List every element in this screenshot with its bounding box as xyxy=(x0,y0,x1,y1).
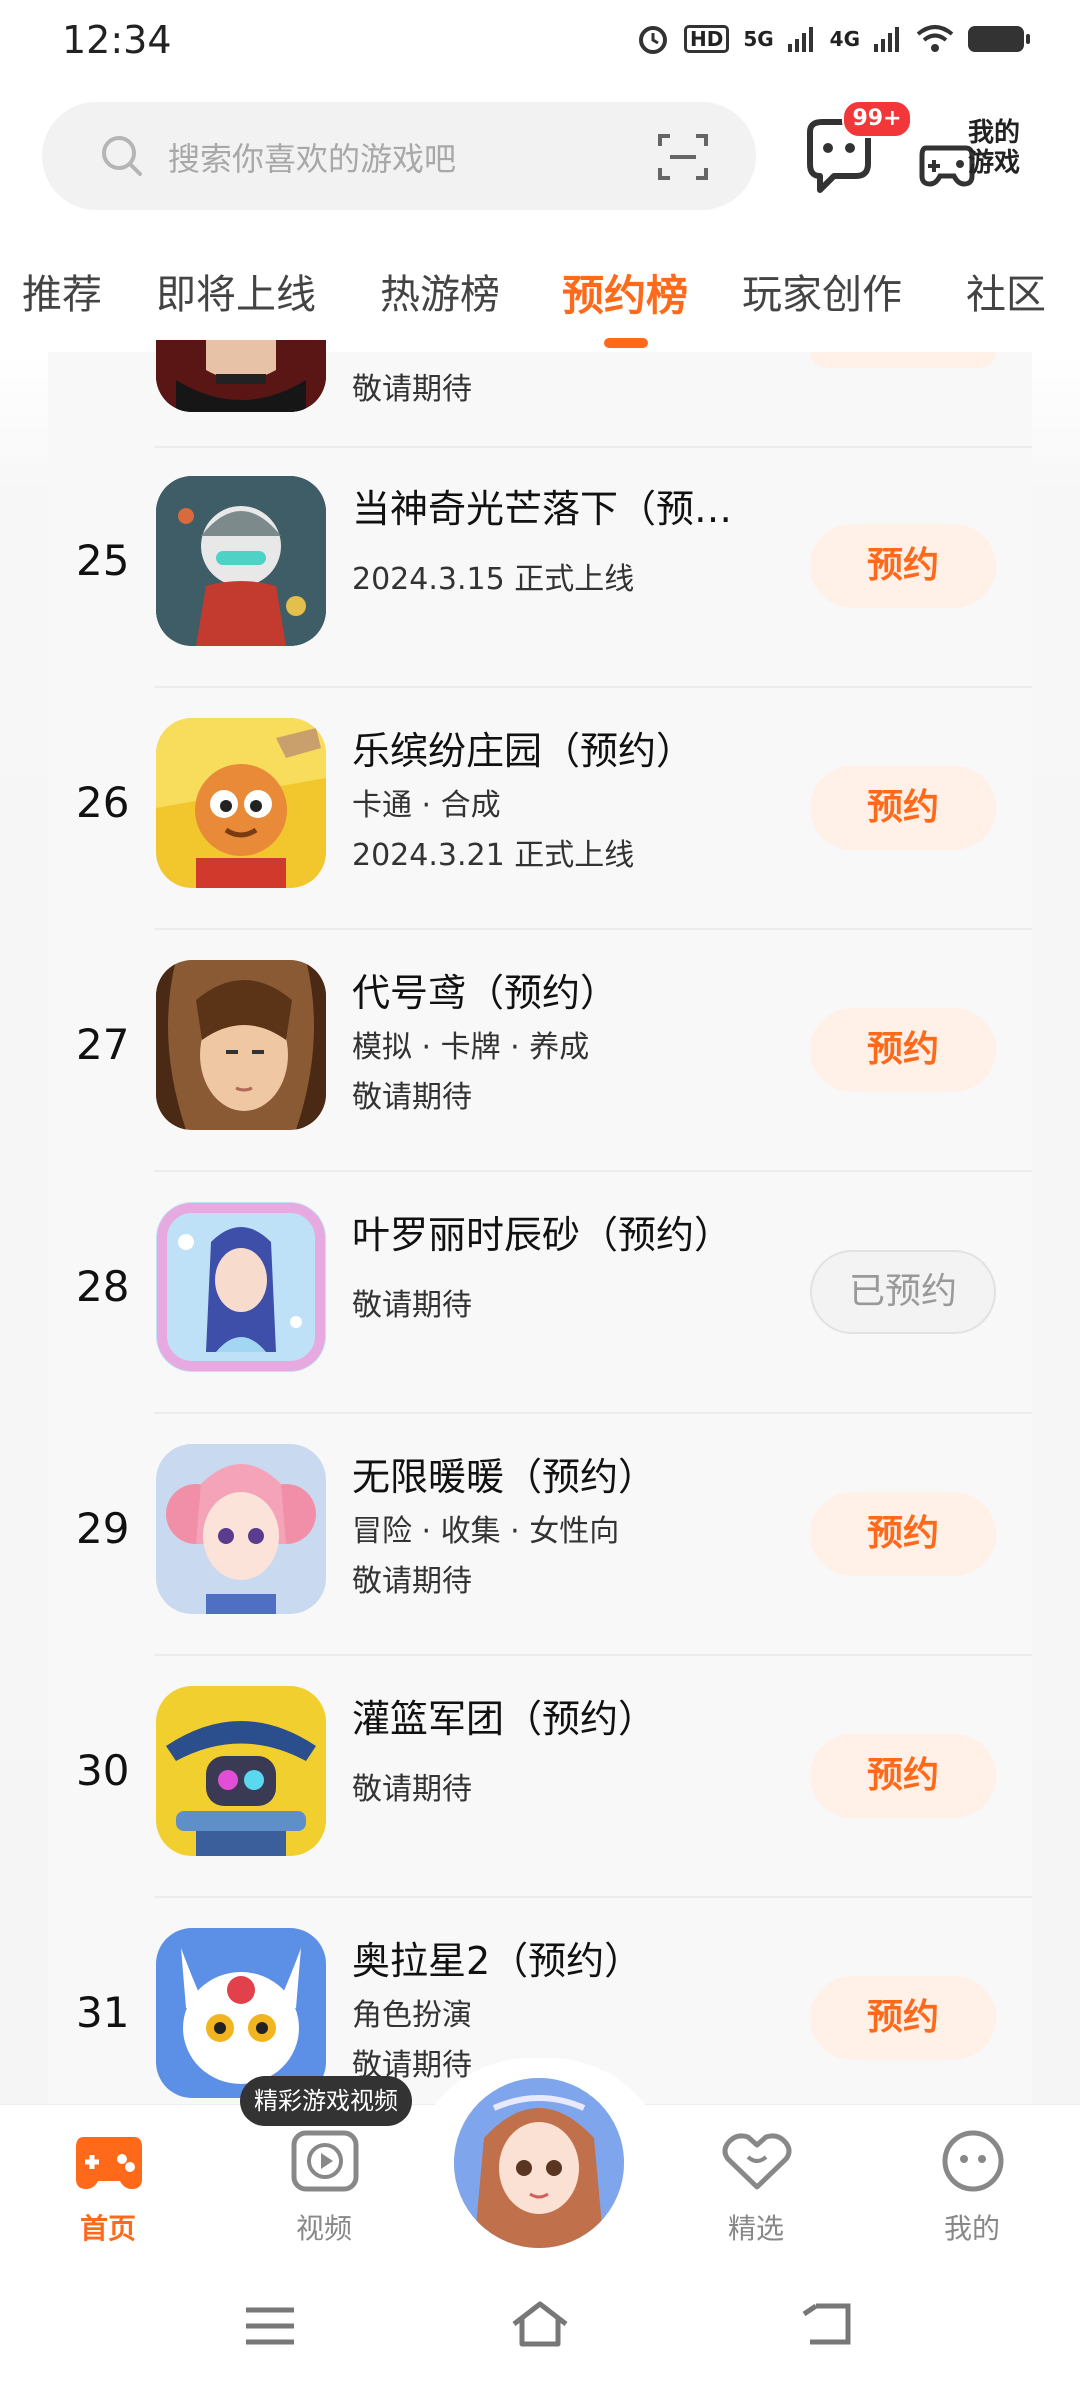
system-nav-bar xyxy=(0,2280,1080,2408)
game-icon[interactable] xyxy=(156,1202,326,1372)
nav-label: 精选 xyxy=(727,2212,784,2245)
avatar[interactable] xyxy=(454,2078,624,2248)
game-tags: 模拟 · 卡牌 · 养成 xyxy=(352,1030,590,1065)
search-placeholder: 搜索你喜欢的游戏吧 xyxy=(168,140,457,178)
my-games-label: 我的游戏 xyxy=(968,118,1021,178)
status-bar: 12:34 HD 5G 4G xyxy=(0,0,1080,86)
search-bar[interactable]: 搜索你喜欢的游戏吧 xyxy=(42,102,756,210)
rank-number: 28 xyxy=(76,1262,130,1311)
tab-reservation[interactable]: 预约榜 xyxy=(562,262,688,323)
list-item[interactable]: 26 乐缤纷庄园（预约） 卡通 · 合成 2024.3.21 正式上线 预约 xyxy=(48,688,1032,930)
list-item[interactable]: 28 叶罗丽时辰砂（预约） 敬请期待 已预约 xyxy=(48,1172,1032,1414)
message-badge: 99+ xyxy=(842,100,912,138)
list-item[interactable]: 30 灌篮军团（预约） 敬请期待 预约 xyxy=(48,1656,1032,1898)
tab-community[interactable]: 社区 xyxy=(966,262,1046,320)
scan-icon[interactable] xyxy=(656,130,710,184)
game-tags: 卡通 · 合成 xyxy=(352,788,501,823)
tab-hot[interactable]: 热游榜 xyxy=(380,262,500,320)
reserved-button[interactable]: 已预约 xyxy=(810,1250,996,1334)
category-tabs: 推荐 即将上线 热游榜 预约榜 玩家创作 社区 xyxy=(0,262,1080,352)
reserve-button[interactable] xyxy=(810,352,996,368)
back-icon[interactable] xyxy=(800,2302,852,2346)
game-status: 2024.3.15 正式上线 xyxy=(352,562,635,597)
game-status: 敬请期待 xyxy=(352,1080,472,1115)
game-title: 代号鸢（预约） xyxy=(352,971,619,1015)
gamepad-icon xyxy=(76,2137,142,2189)
video-tooltip: 精彩游戏视频 xyxy=(240,2076,412,2126)
signal-icon xyxy=(787,27,813,52)
nav-label: 视频 xyxy=(295,2212,352,2245)
network-5g: 5G xyxy=(743,27,774,51)
rank-number: 27 xyxy=(76,1020,130,1069)
game-title: 灌篮军团（预约） xyxy=(352,1697,657,1741)
game-icon[interactable] xyxy=(156,476,326,646)
nav-label: 首页 xyxy=(79,2212,136,2245)
game-icon[interactable] xyxy=(156,1928,326,2098)
video-icon xyxy=(291,2130,359,2192)
game-status: 敬请期待 xyxy=(352,1564,472,1599)
game-status: 2024.3.21 正式上线 xyxy=(352,838,635,873)
rank-number: 26 xyxy=(76,778,130,827)
reserve-button[interactable]: 预约 xyxy=(810,1734,996,1818)
game-title: 当神奇光芒落下（预… xyxy=(352,487,733,531)
game-icon[interactable] xyxy=(156,1686,326,1856)
wifi-icon xyxy=(916,25,954,52)
search-icon xyxy=(102,136,142,176)
face-icon xyxy=(942,2130,1004,2192)
heart-icon xyxy=(722,2133,792,2190)
list-item[interactable]: 25 当神奇光芒落下（预… 2024.3.15 正式上线 预约 xyxy=(48,446,1032,688)
rank-number: 30 xyxy=(76,1746,130,1795)
reserve-button[interactable]: 预约 xyxy=(810,766,996,850)
battery-icon xyxy=(968,26,1030,52)
menu-icon[interactable] xyxy=(244,2306,296,2346)
game-title: 叶罗丽时辰砂（预约） xyxy=(352,1213,733,1257)
game-tags: 冒险 · 收集 · 女性向 xyxy=(352,1514,620,1549)
ranking-list[interactable]: 25 当神奇光芒落下（预… 2024.3.15 正式上线 预约 26 乐缤纷庄园… xyxy=(0,352,1080,2104)
tab-creations[interactable]: 玩家创作 xyxy=(742,262,902,320)
nav-label: 我的 xyxy=(943,2212,1000,2245)
game-status: 敬请期待 xyxy=(352,372,472,407)
status-time: 12:34 xyxy=(62,18,172,62)
rank-number: 25 xyxy=(76,536,130,585)
game-status: 敬请期待 xyxy=(352,1772,472,1807)
reserve-button[interactable]: 预约 xyxy=(810,1008,996,1092)
game-title: 乐缤纷庄园（预约） xyxy=(352,729,695,773)
signal-icon xyxy=(874,27,899,52)
rank-number: 29 xyxy=(76,1504,130,1553)
tab-recommend[interactable]: 推荐 xyxy=(22,262,102,320)
game-title: 奥拉星2（预约） xyxy=(352,1939,643,1983)
reserve-button[interactable]: 预约 xyxy=(810,1976,996,2060)
game-status: 敬请期待 xyxy=(352,1288,472,1323)
alarm-icon xyxy=(638,26,667,54)
tab-indicator xyxy=(604,338,648,348)
game-icon[interactable] xyxy=(156,960,326,1130)
network-4g: 4G xyxy=(829,27,860,51)
list-item[interactable]: 27 代号鸢（预约） 模拟 · 卡牌 · 养成 敬请期待 预约 xyxy=(48,930,1032,1172)
status-icons: HD 5G 4G xyxy=(636,22,1030,56)
hd-indicator: HD xyxy=(683,25,730,53)
home-icon[interactable] xyxy=(510,2300,570,2348)
game-tags: 角色扮演 xyxy=(352,1998,472,2033)
game-title: 无限暖暖（预约） xyxy=(352,1455,657,1499)
game-icon[interactable] xyxy=(156,718,326,888)
tab-upcoming[interactable]: 即将上线 xyxy=(156,262,316,320)
list-card: 25 当神奇光芒落下（预… 2024.3.15 正式上线 预约 26 乐缤纷庄园… xyxy=(48,352,1032,2104)
game-icon[interactable] xyxy=(156,1444,326,1614)
list-item[interactable]: 29 无限暖暖（预约） 冒险 · 收集 · 女性向 敬请期待 预约 xyxy=(48,1414,1032,1656)
game-icon[interactable] xyxy=(156,340,326,412)
my-games-button[interactable]: 我的游戏 xyxy=(918,118,1038,200)
reserve-button[interactable]: 预约 xyxy=(810,1492,996,1576)
reserve-button[interactable]: 预约 xyxy=(810,524,996,608)
rank-number: 31 xyxy=(76,1988,130,2037)
divider xyxy=(154,446,1032,448)
